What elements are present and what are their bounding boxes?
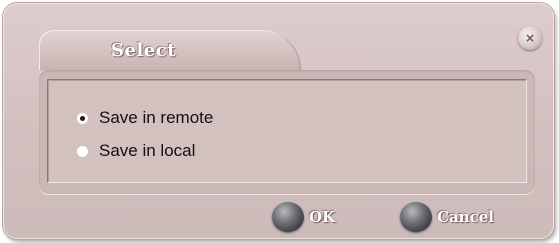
radio-save-in-remote[interactable]: Save in remote (78, 107, 213, 129)
ok-orb-icon (272, 202, 304, 232)
radio-label-save-in-local: Save in local (99, 141, 196, 160)
ok-button[interactable]: OK (272, 202, 335, 232)
select-dialog: Select × Save in remote Save in local OK… (3, 3, 554, 239)
options-group: Save in remote Save in local (47, 79, 527, 183)
radio-label-save-in-remote: Save in remote (99, 108, 214, 127)
close-icon: × (524, 31, 536, 45)
title-tab: Select (39, 30, 301, 70)
close-button[interactable]: × (518, 26, 542, 50)
radio-checked-icon[interactable] (78, 113, 87, 123)
radio-unchecked-icon[interactable] (78, 146, 87, 156)
radio-save-in-local[interactable]: Save in local (78, 140, 195, 162)
options-panel: Save in remote Save in local (39, 70, 535, 194)
cancel-orb-icon (400, 202, 432, 232)
cancel-button-label: Cancel (437, 208, 494, 226)
ok-button-label: OK (309, 208, 336, 226)
cancel-button[interactable]: Cancel (400, 202, 494, 232)
dialog-title: Select (111, 40, 177, 61)
